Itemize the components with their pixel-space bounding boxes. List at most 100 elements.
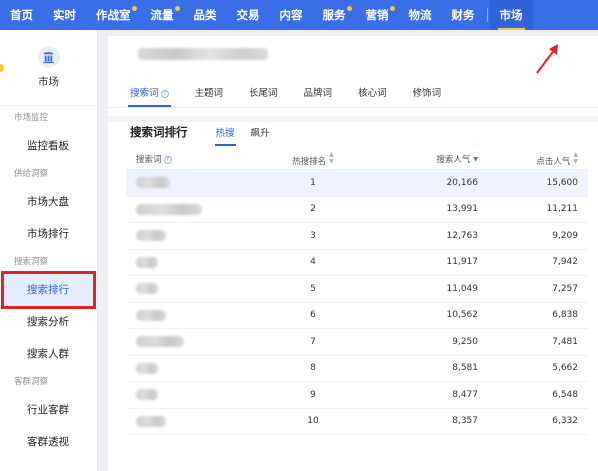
nav-item-label: 营销 (365, 8, 389, 22)
cell-keyword-blurred[interactable] (126, 415, 258, 427)
cell-keyword-blurred[interactable] (126, 177, 258, 189)
sidebar-item-2-2[interactable]: 搜索人群 (0, 338, 97, 370)
table-row[interactable]: 7 9,250 7,481 (126, 329, 588, 356)
blurred-keyword (136, 336, 184, 348)
blurred-keyword (136, 230, 166, 242)
cell-rank: 2 (310, 204, 316, 215)
sort-icon[interactable]: ▲ ▼ (573, 151, 578, 165)
blurred-keyword (136, 309, 166, 321)
cell-keyword-blurred[interactable] (126, 362, 258, 374)
nav-item-8[interactable]: 营销 (356, 0, 399, 30)
nav-item-label: 品类 (193, 8, 217, 22)
cell-rank: 1 (310, 177, 316, 188)
sidebar-group-label: 供给洞察 (14, 169, 49, 179)
ranking-header: 搜索词排行 热搜 飙升 (108, 116, 598, 146)
nav-item-3[interactable]: 流量 (141, 0, 184, 30)
help-icon[interactable]: ? (163, 155, 172, 164)
ranking-subtab-1[interactable]: 飙升 (251, 125, 270, 139)
help-icon[interactable]: ? (160, 90, 169, 98)
header-click-popularity[interactable]: 点击人气▲ ▼ (478, 151, 588, 167)
table-row[interactable]: 3 12,763 9,209 (126, 223, 588, 250)
nav-item-1[interactable]: 实时 (43, 0, 86, 30)
cell-keyword-blurred[interactable] (126, 203, 258, 215)
ranking-subtab-0[interactable]: 热搜 (214, 125, 236, 146)
sidebar-item-1-0[interactable]: 市场大盘 (0, 186, 97, 218)
tab-label: 核心词 (358, 88, 387, 99)
cell-rank: 5 (310, 283, 316, 294)
table-row[interactable]: 10 8,357 6,332 (126, 409, 588, 435)
nav-item-0[interactable]: 首页 (0, 0, 43, 30)
table-row[interactable]: 6 10,562 6,838 (126, 303, 588, 329)
table-row[interactable]: 1 20,166 15,600 (126, 170, 588, 197)
cell-rank: 10 (307, 416, 319, 427)
table-body: 1 20,166 15,600 2 13,991 11,211 3 12,763 9,209 4 1… (126, 170, 588, 435)
sort-icon[interactable]: ▲ ▼ (329, 151, 334, 165)
tab-5[interactable]: 修饰词 (403, 85, 458, 107)
sidebar-menu: 市场监控 监控看板 供给洞察 市场大盘 市场排行 搜索洞察 搜索排行 搜索分析 搜索人群 客群洞察… (0, 106, 97, 458)
cell-keyword-blurred[interactable] (126, 389, 258, 401)
tab-label: 主题词 (194, 88, 224, 99)
table-row[interactable]: 9 8,477 6,548 (126, 382, 588, 409)
nav-item-5[interactable]: 交易 (227, 0, 270, 30)
header-rank[interactable]: 热搜排名▲ ▼ (258, 151, 368, 167)
nav-item-7[interactable]: 服务 (313, 0, 356, 30)
cell-click: 7,481 (552, 336, 578, 347)
table-row[interactable]: 2 13,991 11,211 (126, 197, 588, 223)
cell-rank: 8 (310, 363, 316, 374)
table-row[interactable]: 5 11,049 7,257 (126, 276, 588, 303)
tab-label: 长尾词 (249, 88, 278, 99)
sidebar-item-3-0[interactable]: 行业客群 (0, 394, 97, 426)
sidebar-item-2-0[interactable]: 搜索排行 (1, 271, 96, 309)
cell-keyword-blurred[interactable] (126, 309, 258, 321)
nav-item-label: 首页 (10, 8, 33, 22)
annotation-arrow-icon (536, 44, 558, 74)
nav-item-label: 内容 (279, 8, 303, 22)
cell-click: 11,211 (546, 204, 579, 215)
cell-keyword-blurred[interactable] (126, 336, 258, 348)
blurred-keyword (136, 362, 158, 374)
tab-0[interactable]: 搜索词? (120, 85, 185, 107)
cell-click: 6,332 (552, 416, 578, 427)
cell-click: 7,257 (552, 283, 578, 294)
table-row[interactable]: 8 8,581 5,662 (126, 356, 588, 382)
nav-item-label: 财务 (451, 8, 475, 22)
cell-keyword-blurred[interactable] (126, 283, 258, 295)
cell-search: 11,049 (446, 283, 479, 294)
nav-item-10[interactable]: 财务 (442, 0, 485, 30)
nav-item-2[interactable]: 作战室 (86, 0, 141, 30)
sidebar-item-3-1[interactable]: 客群透视 (0, 426, 97, 458)
table-row[interactable]: 4 11,917 7,942 (126, 250, 588, 276)
nav-item-4[interactable]: 品类 (184, 0, 227, 30)
sidebar-item-2-1[interactable]: 搜索分析 (0, 306, 97, 338)
nav-item-label: 物流 (408, 8, 432, 22)
blurred-shop-title (138, 48, 268, 60)
search-ranking-table: 搜索词? 热搜排名▲ ▼ 搜索人气 ▼ 点击人气▲ ▼ 1 20,166 15,600 2 1… (126, 148, 588, 435)
nav-item-label: 实时 (53, 8, 76, 22)
cell-rank: 6 (310, 310, 316, 321)
cell-rank: 7 (310, 336, 316, 347)
tab-2[interactable]: 长尾词 (239, 85, 294, 107)
cell-keyword-blurred[interactable] (126, 256, 258, 268)
keyword-type-tabs: 搜索词? 主题词 长尾词 品牌词 核心词 修饰词 (108, 74, 598, 108)
sidebar-item-0-0[interactable]: 监控看板 (0, 130, 97, 162)
header-search-popularity[interactable]: 搜索人气 ▼ (368, 153, 478, 165)
nav-item-6[interactable]: 内容 (270, 0, 313, 30)
cell-rank: 4 (310, 257, 316, 268)
tab-label: 品牌词 (303, 88, 333, 99)
tab-1[interactable]: 主题词 (185, 85, 240, 107)
cell-search: 8,581 (452, 363, 478, 374)
sidebar-item-1-1[interactable]: 市场排行 (0, 218, 97, 250)
sidebar-title: 市场 (38, 76, 59, 88)
nav-separator (486, 8, 488, 22)
cell-click: 9,209 (552, 230, 578, 241)
market-chart-icon (37, 46, 60, 68)
cell-search: 8,477 (452, 389, 478, 400)
header-word[interactable]: 搜索词? (126, 153, 258, 165)
nav-item-11[interactable]: 市场 (489, 0, 533, 30)
nav-item-label: 作战室 (96, 8, 131, 22)
tab-3[interactable]: 品牌词 (294, 85, 349, 107)
nav-item-9[interactable]: 物流 (399, 0, 442, 30)
cell-keyword-blurred[interactable] (126, 230, 258, 242)
tab-4[interactable]: 核心词 (348, 85, 403, 107)
tab-label: 搜索词 (130, 88, 159, 99)
